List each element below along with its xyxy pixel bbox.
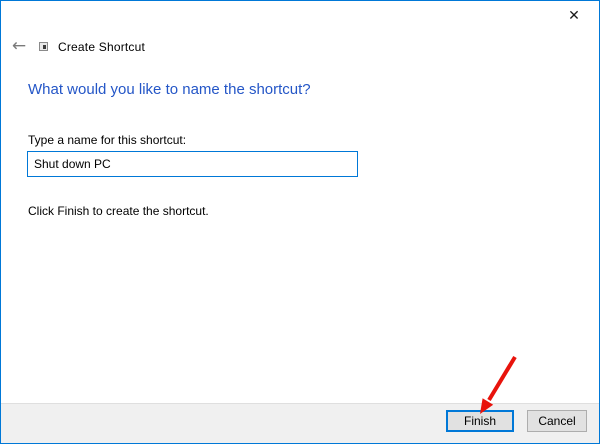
shortcut-mini-icon	[39, 42, 48, 51]
red-arrow-annotation	[480, 355, 517, 414]
wizard-title: Create Shortcut	[58, 40, 146, 54]
cancel-button[interactable]: Cancel	[527, 410, 587, 432]
shortcut-name-input[interactable]	[27, 151, 358, 177]
create-shortcut-window: ✕ ← Create Shortcut What would you like …	[0, 0, 600, 444]
finish-button[interactable]: Finish	[446, 410, 514, 432]
close-icon[interactable]: ✕	[559, 4, 589, 28]
back-arrow-icon[interactable]: ←	[8, 35, 30, 57]
page-heading: What would you like to name the shortcut…	[28, 81, 311, 98]
titlebar: ✕	[1, 1, 599, 31]
shortcut-name-label: Type a name for this shortcut:	[28, 133, 187, 147]
finish-instruction: Click Finish to create the shortcut.	[28, 204, 209, 218]
wizard-header: ← Create Shortcut	[1, 34, 599, 60]
